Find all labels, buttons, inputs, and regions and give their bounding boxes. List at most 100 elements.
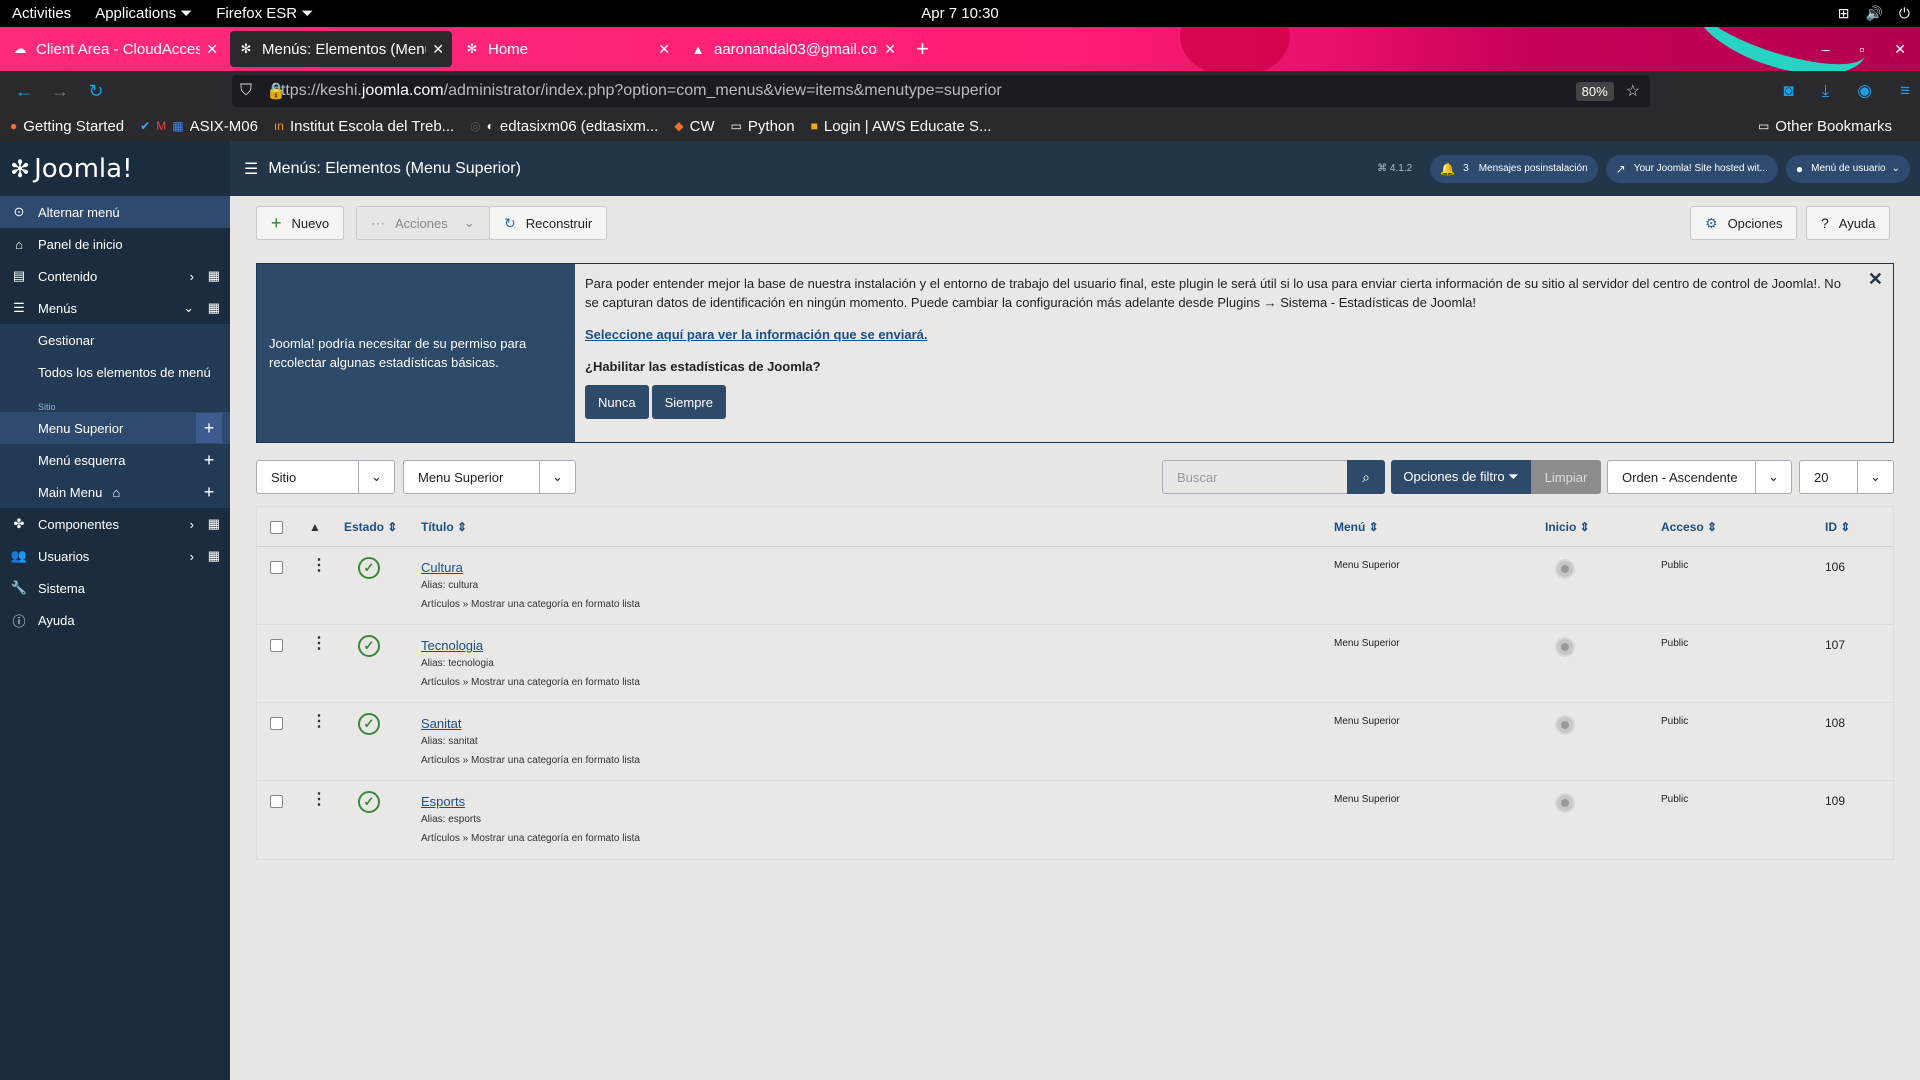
rebuild-button[interactable]: ↻ Reconstruir: [489, 206, 608, 240]
close-icon[interactable]: ✕: [206, 41, 218, 58]
column-status[interactable]: Estado ⇕: [344, 520, 397, 534]
post-install-messages-button[interactable]: 🔔 3 Mensajes posinstalación: [1430, 154, 1598, 183]
close-window-icon[interactable]: ✕: [1894, 41, 1906, 58]
bookmark-star-icon[interactable]: ☆: [1626, 81, 1640, 101]
drag-handle-icon[interactable]: ⋮: [311, 633, 327, 653]
sidebar-item-all-menu-items[interactable]: Todos los elementos de menú: [0, 356, 230, 388]
dashboard-grid-icon[interactable]: ▦: [208, 516, 220, 532]
add-icon[interactable]: +: [196, 445, 222, 475]
published-check-icon[interactable]: ✓: [358, 713, 380, 735]
dashboard-grid-icon[interactable]: ▦: [208, 548, 220, 564]
home-toggle[interactable]: [1555, 559, 1575, 579]
add-icon[interactable]: +: [196, 413, 222, 443]
tab-menus-elementos[interactable]: ✻ Menús: Elementos (Menu Superior) ✕: [230, 31, 452, 67]
alert-info-link[interactable]: Seleccione aquí para ver la información …: [585, 325, 1843, 344]
add-icon[interactable]: +: [196, 477, 222, 507]
close-icon[interactable]: ✕: [884, 41, 896, 58]
url-bar[interactable]: ⛉ 🔒 https://keshi.joomla.com/administrat…: [232, 75, 1650, 107]
published-check-icon[interactable]: ✓: [358, 557, 380, 579]
sort-ordering-icon[interactable]: ▲: [309, 520, 321, 534]
zoom-indicator[interactable]: 80%: [1575, 81, 1614, 101]
drag-handle-icon[interactable]: ⋮: [311, 555, 327, 575]
limit-select[interactable]: 20 ⌄: [1799, 460, 1894, 494]
item-title-link[interactable]: Tecnologia: [421, 638, 483, 653]
home-toggle[interactable]: [1555, 715, 1575, 735]
help-button[interactable]: ? Ayuda: [1806, 206, 1891, 240]
sidebar-item-components[interactable]: ✤ Componentes › ▦: [0, 508, 230, 540]
lock-icon[interactable]: 🔒: [266, 81, 286, 101]
row-checkbox[interactable]: [270, 639, 283, 652]
minimize-icon[interactable]: –: [1822, 41, 1830, 58]
new-tab-button[interactable]: +: [916, 36, 929, 62]
hamburger-menu-icon[interactable]: ≡: [1900, 81, 1910, 101]
menu-select[interactable]: Menu Superior ⌄: [403, 460, 576, 494]
bookmark-item[interactable]: ▭ Python: [731, 118, 795, 135]
search-button[interactable]: ⌕: [1347, 460, 1385, 494]
column-home[interactable]: Inicio ⇕: [1545, 520, 1590, 534]
client-select[interactable]: Sitio ⌄: [256, 460, 395, 494]
dashboard-grid-icon[interactable]: ▦: [208, 268, 220, 284]
bookmark-item[interactable]: ◆ CW: [674, 118, 714, 135]
user-menu-button[interactable]: ● Menú de usuario ⌄: [1785, 154, 1910, 183]
column-title[interactable]: Título ⇕: [421, 520, 467, 534]
maximize-icon[interactable]: ▫: [1859, 41, 1864, 58]
sidebar-item-help[interactable]: ⓘ Ayuda: [0, 604, 230, 636]
ordering-select[interactable]: Orden - Ascendente ⌄: [1607, 460, 1792, 494]
actions-dropdown[interactable]: ⋯ Acciones ⌄: [356, 206, 490, 240]
back-icon[interactable]: ←: [6, 81, 42, 102]
published-check-icon[interactable]: ✓: [358, 635, 380, 657]
sidebar-item-home[interactable]: ⌂ Panel de inicio: [0, 228, 230, 260]
tab-client-area[interactable]: ☁ Client Area - CloudAccess ✕: [4, 31, 226, 67]
home-toggle[interactable]: [1555, 637, 1575, 657]
row-checkbox[interactable]: [270, 795, 283, 808]
bookmark-item[interactable]: ● Getting Started: [10, 118, 124, 135]
dashboard-grid-icon[interactable]: ▦: [208, 300, 220, 316]
close-icon[interactable]: ✕: [1868, 270, 1883, 289]
sidebar-item-system[interactable]: 🔧 Sistema: [0, 572, 230, 604]
clear-button[interactable]: Limpiar: [1531, 460, 1601, 494]
applications-menu[interactable]: Applications ⏷: [83, 5, 204, 22]
item-title-link[interactable]: Cultura: [421, 560, 463, 575]
row-checkbox[interactable]: [270, 717, 283, 730]
downloads-icon[interactable]: ⤓: [1822, 81, 1830, 101]
column-access[interactable]: Acceso ⇕: [1661, 520, 1717, 534]
system-tray[interactable]: ⊞ 🔊 ⏻: [1838, 5, 1910, 22]
published-check-icon[interactable]: ✓: [358, 791, 380, 813]
extension-icon[interactable]: ◉: [1857, 81, 1872, 101]
bookmark-item[interactable]: ın Institut Escola del Treb...: [274, 118, 454, 135]
sidebar-item-main-menu[interactable]: Main Menu ⌂ +: [0, 476, 230, 508]
forward-icon[interactable]: →: [42, 81, 78, 102]
firefox-app-menu[interactable]: Firefox ESR ⏷: [204, 5, 325, 22]
drag-handle-icon[interactable]: ⋮: [311, 789, 327, 809]
always-button[interactable]: Siempre: [651, 385, 726, 419]
sidebar-toggle-menu[interactable]: ⊙ Alternar menú: [0, 196, 230, 228]
tab-home[interactable]: ✻ Home ✕: [456, 31, 678, 67]
home-toggle[interactable]: [1555, 793, 1575, 813]
sidebar-item-content[interactable]: ▤ Contenido › ▦: [0, 260, 230, 292]
close-icon[interactable]: ✕: [432, 41, 444, 58]
clock[interactable]: Apr 7 10:30: [921, 5, 999, 22]
column-id[interactable]: ID ⇕: [1825, 520, 1850, 534]
other-bookmarks[interactable]: ▭ Other Bookmarks: [1758, 118, 1892, 135]
sidebar-item-menus[interactable]: ☰ Menús ⌄ ▦: [0, 292, 230, 324]
sidebar-item-manage[interactable]: Gestionar: [0, 324, 230, 356]
row-checkbox[interactable]: [270, 561, 283, 574]
sidebar-item-menu-esquerra[interactable]: Menú esquerra +: [0, 444, 230, 476]
new-button[interactable]: + Nuevo: [256, 206, 345, 240]
never-button[interactable]: Nunca: [585, 385, 649, 419]
item-title-link[interactable]: Esports: [421, 794, 465, 809]
filter-options-button[interactable]: Opciones de filtro ⏷: [1391, 460, 1531, 494]
url-text[interactable]: https://keshi.joomla.com/administrator/i…: [272, 82, 1576, 100]
pocket-icon[interactable]: ◙: [1783, 81, 1793, 101]
options-button[interactable]: ⚙ Opciones: [1690, 206, 1798, 240]
sidebar-item-menu-superior[interactable]: Menu Superior +: [0, 412, 230, 444]
bookmark-item[interactable]: ◎ ◐ edtasixm06 (edtasixm...: [470, 118, 658, 135]
close-icon[interactable]: ✕: [658, 41, 670, 58]
column-menu[interactable]: Menú ⇕: [1334, 520, 1379, 534]
search-input[interactable]: Buscar: [1162, 460, 1348, 494]
joomla-logo[interactable]: ✻ Joomla!: [0, 141, 230, 196]
view-site-button[interactable]: ↗ Your Joomla! Site hosted wit...: [1605, 154, 1778, 183]
bookmark-item[interactable]: ■ Login | AWS Educate S...: [811, 118, 992, 135]
activities-button[interactable]: Activities: [0, 5, 83, 22]
reload-icon[interactable]: ↻: [78, 81, 114, 102]
